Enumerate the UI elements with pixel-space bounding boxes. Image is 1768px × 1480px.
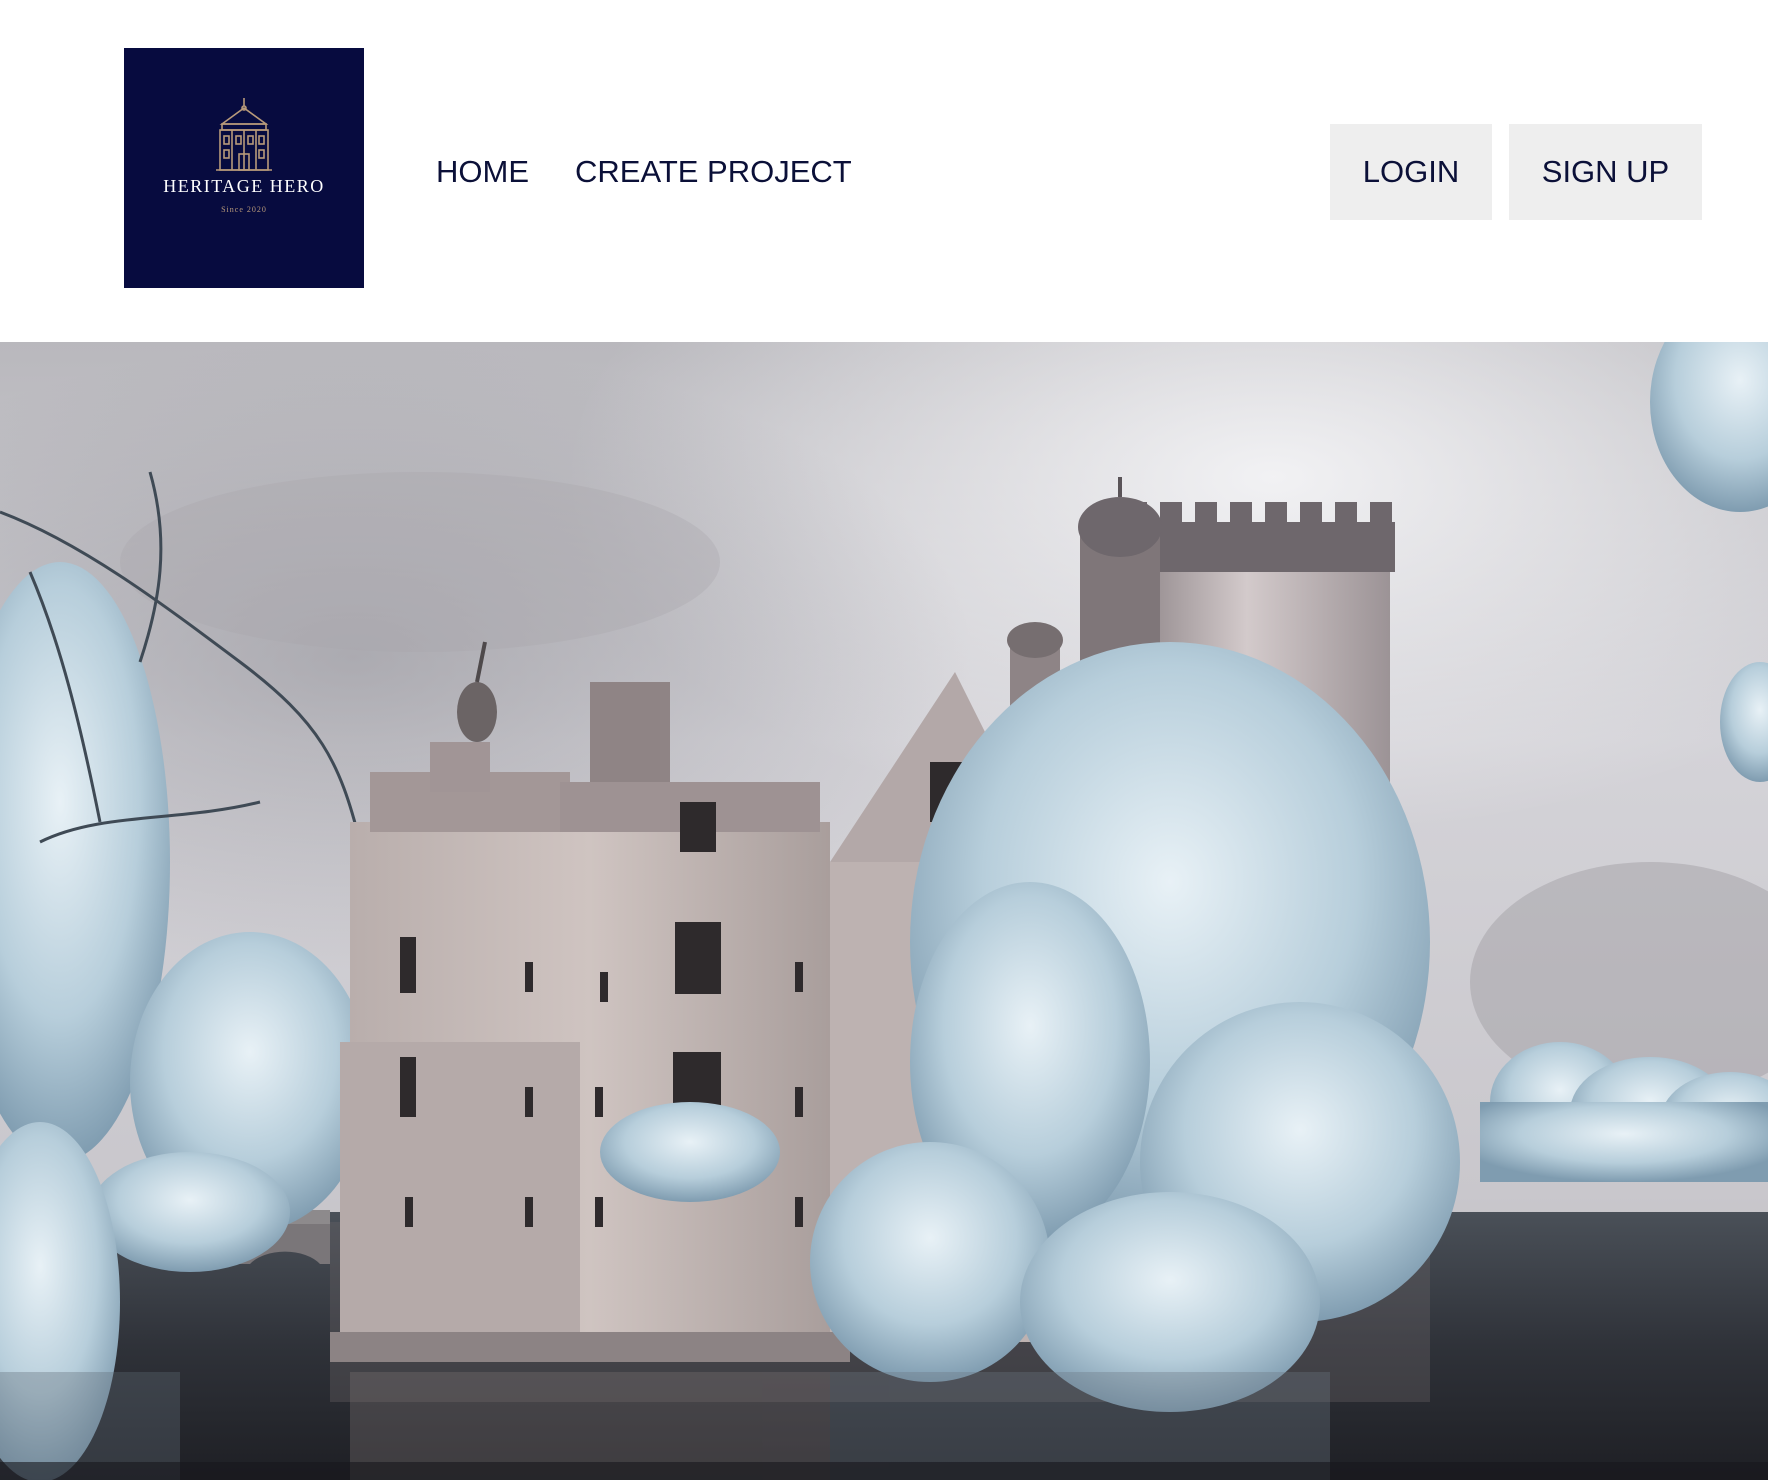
signup-button[interactable]: SIGN UP [1509, 124, 1702, 220]
nav-create-project-link[interactable]: CREATE PROJECT [575, 154, 852, 190]
site-header: HERITAGE HERO Since 2020 HOME CREATE PRO… [0, 0, 1768, 342]
logo-title: HERITAGE HERO [163, 176, 325, 196]
site-logo[interactable]: HERITAGE HERO Since 2020 [124, 48, 364, 288]
login-button[interactable]: LOGIN [1330, 124, 1492, 220]
building-icon [216, 98, 272, 171]
castle-by-lake-photo [0, 342, 1768, 1480]
nav-home-link[interactable]: HOME [436, 154, 529, 190]
hero-section [0, 342, 1768, 1480]
logo-subtitle: Since 2020 [221, 205, 267, 214]
